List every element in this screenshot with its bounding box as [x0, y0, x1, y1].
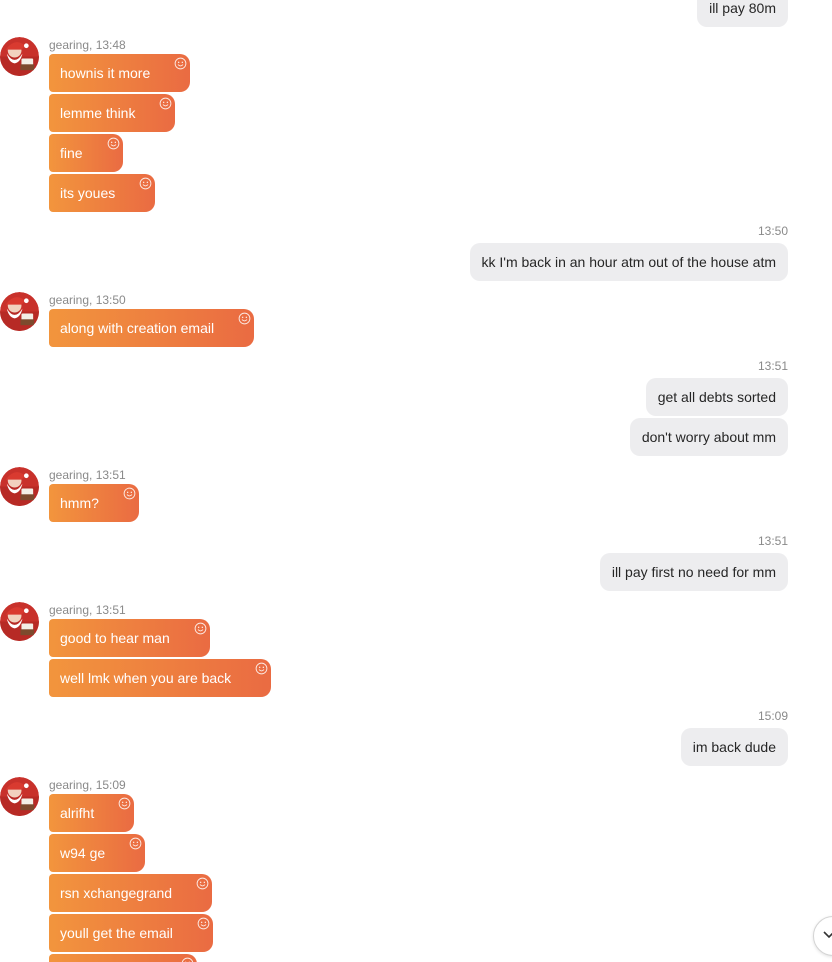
smiley-icon[interactable] [107, 137, 120, 150]
incoming-message-partial[interactable] [49, 954, 197, 962]
smiley-icon[interactable] [123, 487, 136, 500]
incoming-message[interactable]: hownis it more [49, 54, 191, 92]
incoming-message[interactable]: lemme think [49, 94, 176, 132]
incoming-message[interactable]: rsn xchangegrand [49, 874, 213, 912]
outgoing-message[interactable]: ill pay 80m [697, 0, 788, 27]
message-time: 15:09 [757, 709, 788, 723]
message-time: 13:51 [757, 359, 788, 373]
chevron-down-icon [823, 931, 832, 939]
smiley-icon[interactable] [159, 97, 172, 110]
incoming-message[interactable]: youll get the email [49, 914, 213, 952]
message-time: 13:51 [757, 534, 788, 548]
outgoing-message[interactable]: don't worry about mm [629, 418, 788, 456]
incoming-message[interactable]: along with creation email [49, 309, 255, 347]
smiley-icon[interactable] [181, 957, 194, 962]
incoming-message[interactable]: good to hear man [49, 619, 210, 657]
incoming-message[interactable]: hmm? [49, 484, 139, 522]
smiley-icon[interactable] [174, 57, 187, 70]
smiley-icon[interactable] [238, 312, 251, 325]
contact-avatar[interactable] [0, 292, 39, 331]
incoming-message[interactable]: its youes [49, 174, 156, 212]
message-time: 13:50 [757, 224, 788, 238]
smiley-icon[interactable] [196, 877, 209, 890]
message-meta: gearing, 13:51 [49, 468, 126, 482]
smiley-icon[interactable] [129, 837, 142, 850]
contact-avatar[interactable] [0, 37, 39, 76]
message-meta: gearing, 15:09 [49, 778, 126, 792]
contact-avatar[interactable] [0, 777, 39, 816]
scroll-to-bottom-button[interactable] [813, 916, 832, 956]
smiley-icon[interactable] [139, 177, 152, 190]
incoming-message[interactable]: alrifht [49, 794, 135, 832]
message-meta: gearing, 13:51 [49, 603, 126, 617]
outgoing-message[interactable]: ill pay first no need for mm [599, 553, 788, 591]
smiley-icon[interactable] [197, 917, 210, 930]
outgoing-message[interactable]: kk I'm back in an hour atm out of the ho… [469, 243, 788, 281]
outgoing-message[interactable]: im back dude [680, 728, 788, 766]
smiley-icon[interactable] [255, 662, 268, 675]
incoming-message[interactable]: w94 ge [49, 834, 146, 872]
contact-avatar[interactable] [0, 602, 39, 641]
smiley-icon[interactable] [118, 797, 131, 810]
incoming-message[interactable]: well lmk when you are back [49, 659, 272, 697]
message-meta: gearing, 13:50 [49, 293, 126, 307]
smiley-icon[interactable] [194, 622, 207, 635]
outgoing-message[interactable]: get all debts sorted [645, 378, 788, 416]
contact-avatar[interactable] [0, 467, 39, 506]
message-meta: gearing, 13:48 [49, 38, 126, 52]
incoming-message[interactable]: fine [49, 134, 123, 172]
